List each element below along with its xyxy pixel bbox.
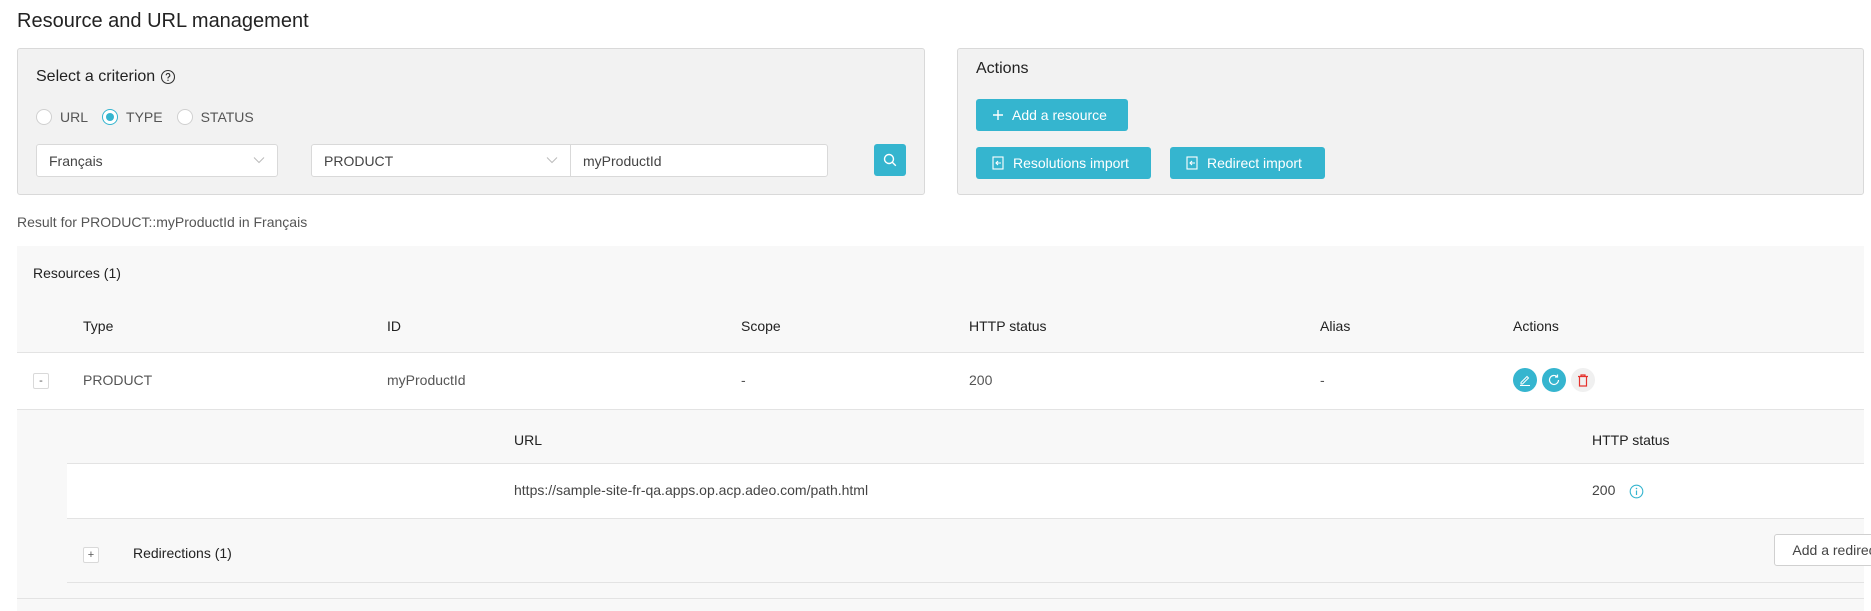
radio-status[interactable]: STATUS <box>176 109 254 125</box>
import-icon <box>992 156 1004 170</box>
chevron-down-icon <box>253 157 265 164</box>
cell-alias: - <box>1320 372 1325 388</box>
info-icon[interactable] <box>1629 484 1644 499</box>
cell-url-http-status: 200 <box>1592 482 1616 498</box>
actions-title: Actions <box>976 60 1029 77</box>
type-select[interactable]: PRODUCT <box>311 144 571 177</box>
radio-status-label: STATUS <box>200 109 254 125</box>
resources-section: Resources (1) Type ID Scope HTTP status … <box>17 246 1871 611</box>
result-summary: Result for PRODUCT::myProductId in Franç… <box>17 214 308 230</box>
radio-type-label: TYPE <box>126 109 163 125</box>
delete-icon <box>1578 373 1588 387</box>
refresh-button[interactable] <box>1542 368 1566 392</box>
search-icon <box>883 153 897 167</box>
radio-url[interactable]: URL <box>36 109 88 125</box>
criterion-radio-group: URL TYPE STATUS <box>36 109 254 125</box>
cell-id: myProductId <box>387 372 466 388</box>
import-icon <box>1186 156 1198 170</box>
redirect-import-button[interactable]: Redirect import <box>1170 147 1325 179</box>
collapse-row-toggle[interactable]: - <box>33 373 49 389</box>
edit-button[interactable] <box>1513 368 1537 392</box>
criterion-title: Select a criterion <box>36 68 176 86</box>
radio-url-circle[interactable] <box>36 109 52 125</box>
edit-icon <box>1520 375 1530 386</box>
criterion-title-text: Select a criterion <box>36 68 156 85</box>
column-header-url-http-status: HTTP status <box>1592 432 1670 448</box>
url-subtable: URL HTTP status https://sample-site-fr-q… <box>67 410 1871 590</box>
cell-type: PRODUCT <box>83 372 153 388</box>
cell-http-status: 200 <box>969 372 993 388</box>
add-redirect-button[interactable]: Add a redirect <box>1774 534 1871 566</box>
column-header-actions: Actions <box>1513 318 1559 334</box>
plus-icon <box>993 110 1003 120</box>
url-row: https://sample-site-fr-qa.apps.op.acp.ad… <box>67 464 1864 518</box>
radio-status-circle[interactable] <box>176 109 193 125</box>
radio-url-label: URL <box>60 109 89 125</box>
radio-type-circle[interactable] <box>102 109 119 125</box>
chevron-down-icon <box>546 157 558 164</box>
radio-type[interactable]: TYPE <box>102 109 163 125</box>
criterion-panel: Select a criterion URL TYPE STATUS Franç… <box>17 48 925 195</box>
column-header-id: ID <box>387 318 401 334</box>
column-header-url: URL <box>514 432 543 448</box>
section-bottom-divider <box>17 598 1864 599</box>
resource-id-input[interactable] <box>570 144 828 177</box>
resolutions-import-button[interactable]: Resolutions import <box>976 147 1151 179</box>
question-circle-icon[interactable] <box>160 69 176 85</box>
cell-scope: - <box>741 372 746 388</box>
url-row-divider <box>67 518 1864 519</box>
column-header-scope: Scope <box>741 318 781 334</box>
redirections-divider <box>67 582 1864 583</box>
redirect-import-label: Redirect import <box>1207 155 1302 171</box>
language-select[interactable]: Français <box>36 144 278 177</box>
search-button[interactable] <box>874 144 906 176</box>
resolutions-import-label: Resolutions import <box>1013 155 1129 171</box>
column-header-type: Type <box>83 318 114 334</box>
column-header-http-status: HTTP status <box>969 318 1047 334</box>
expand-redirections-toggle[interactable]: + <box>83 547 99 563</box>
table-row: - PRODUCT myProductId - 200 - <box>17 353 1864 409</box>
resources-title: Resources (1) <box>33 265 121 281</box>
language-select-value: Français <box>49 152 103 169</box>
column-header-alias: Alias <box>1320 318 1351 334</box>
delete-button[interactable] <box>1571 368 1595 392</box>
add-resource-label: Add a resource <box>1012 107 1107 123</box>
cell-url[interactable]: https://sample-site-fr-qa.apps.op.acp.ad… <box>514 482 868 498</box>
type-select-value: PRODUCT <box>324 152 394 169</box>
add-resource-button[interactable]: Add a resource <box>976 99 1128 131</box>
refresh-icon <box>1548 374 1560 386</box>
actions-panel: Actions Add a resource Resolutions impor… <box>957 48 1864 195</box>
redirections-title: Redirections (1) <box>133 545 232 561</box>
page-title: Resource and URL management <box>17 10 309 32</box>
